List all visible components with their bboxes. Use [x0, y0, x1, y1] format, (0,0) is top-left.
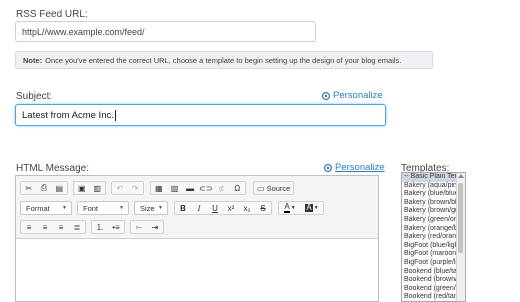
text-cursor	[114, 109, 116, 121]
superscript-button[interactable]: x²	[223, 202, 239, 214]
image-icon[interactable]: ▨	[167, 182, 183, 194]
strikethrough-button[interactable]: S	[255, 202, 271, 214]
copy-icon[interactable]: ▣	[74, 182, 90, 194]
toolbar-group-colors: A ▼ A ▼	[278, 201, 324, 215]
chevron-down-icon: ▼	[119, 205, 124, 211]
html-personalize-link[interactable]: Personalize	[323, 162, 385, 173]
format-dropdown[interactable]: Format ▼	[20, 201, 72, 215]
subject-input[interactable]: Latest from Acme Inc.	[15, 104, 386, 126]
align-left-icon[interactable]: ≡	[21, 221, 37, 233]
indent-icon[interactable]: ⇥	[147, 221, 163, 233]
link-icon[interactable]: ⊂⊃	[198, 182, 214, 194]
subject-value: Latest from Acme Inc.	[22, 109, 114, 121]
align-right-icon[interactable]: ≡	[53, 221, 69, 233]
chevron-down-icon: ▼	[62, 205, 67, 211]
toolbar-group-indent: ⇤ ⇥	[130, 220, 164, 234]
html-message-label: HTML Message:	[16, 163, 89, 174]
font-label: Font	[83, 203, 99, 213]
subscript-button[interactable]: x₂	[239, 202, 255, 214]
format-label: Format	[26, 203, 50, 213]
subject-personalize-label: Personalize	[333, 90, 383, 101]
align-center-icon[interactable]: ≡	[37, 221, 53, 233]
toolbar-group-lists: ⒈ •≡	[91, 220, 125, 234]
scroll-thumb[interactable]	[458, 183, 463, 253]
html-editor[interactable]: ✂ ⎙ ▤ ▣ ▥ ↶ ↷ ▦ ▨ ▬ ⊂⊃ ⊄ Ω ▭ Source Form…	[15, 175, 379, 302]
toolbar-group-basic-styles: B I U x² x₂ S	[174, 201, 272, 215]
chevron-down-icon: ▼	[313, 205, 319, 211]
bg-color-icon: A	[305, 203, 313, 212]
editor-toolbar: ✂ ⎙ ▤ ▣ ▥ ↶ ↷ ▦ ▨ ▬ ⊂⊃ ⊄ Ω ▭ Source Form…	[16, 176, 378, 239]
toolbar-group-insert: ▦ ▨ ▬ ⊂⊃ ⊄ Ω	[150, 181, 246, 195]
align-justify-icon[interactable]: ≣	[69, 221, 85, 233]
chevron-down-icon: ▼	[158, 205, 163, 211]
gear-icon	[321, 91, 331, 100]
bg-color-button[interactable]: A ▼	[301, 202, 323, 214]
cut-icon[interactable]: ✂	[21, 182, 36, 194]
note-label: Note:	[23, 55, 43, 65]
subject-label: Subject:	[16, 91, 53, 102]
paste-icon[interactable]: ▥	[90, 182, 106, 194]
toolbar-group-clipboard: ▣ ▥	[73, 181, 106, 195]
numbered-list-icon[interactable]: ⒈	[92, 221, 108, 233]
subject-personalize-link[interactable]: Personalize	[321, 90, 383, 101]
rss-note: Note: Once you've entered the correct UR…	[15, 51, 433, 69]
undo-icon[interactable]: ↶	[112, 182, 128, 194]
unlink-icon[interactable]: ⊄	[214, 182, 230, 194]
print-icon[interactable]: ⎙	[36, 182, 51, 194]
text-color-icon: A	[284, 202, 290, 213]
source-icon: ▭	[257, 183, 265, 193]
rss-feed-url-label: RSS Feed URL:	[16, 9, 88, 20]
chevron-down-icon: ▼	[290, 205, 296, 211]
underline-button[interactable]: U	[207, 202, 223, 214]
table-icon[interactable]: ▦	[151, 182, 167, 194]
redo-icon[interactable]: ↷	[128, 182, 144, 194]
size-label: Size	[140, 203, 155, 213]
templates-listbox[interactable]: -- Basic Plain Template -- (none)Bakery …	[401, 172, 466, 302]
horizontal-line-icon[interactable]: ▬	[182, 182, 198, 194]
toolbar-group-history: ↶ ↷	[111, 181, 144, 195]
outdent-icon[interactable]: ⇤	[131, 221, 147, 233]
rss-feed-url-input[interactable]: httpL//www.example.com/feed/	[15, 21, 316, 42]
font-dropdown[interactable]: Font ▼	[77, 201, 129, 215]
templates-scrollbar[interactable]	[456, 173, 465, 301]
scroll-up-icon[interactable]	[458, 174, 464, 178]
source-label: Source	[266, 183, 291, 193]
gear-icon	[323, 163, 333, 172]
italic-button[interactable]: I	[191, 202, 207, 214]
text-color-button[interactable]: A ▼	[279, 202, 301, 214]
paste-text-icon[interactable]: ▤	[52, 182, 67, 194]
toolbar-group-alignment: ≡ ≡ ≡ ≣	[20, 220, 86, 234]
note-text: Once you've entered the correct URL, cho…	[45, 55, 402, 65]
bold-button[interactable]: B	[175, 202, 191, 214]
toolbar-group-document: ✂ ⎙ ▤	[20, 181, 68, 195]
size-dropdown[interactable]: Size ▼	[134, 201, 168, 215]
source-button[interactable]: ▭ Source	[253, 181, 294, 195]
bulleted-list-icon[interactable]: •≡	[108, 221, 124, 233]
special-char-icon[interactable]: Ω	[229, 182, 245, 194]
editor-content-area[interactable]	[16, 239, 378, 301]
html-personalize-label: Personalize	[335, 162, 385, 173]
